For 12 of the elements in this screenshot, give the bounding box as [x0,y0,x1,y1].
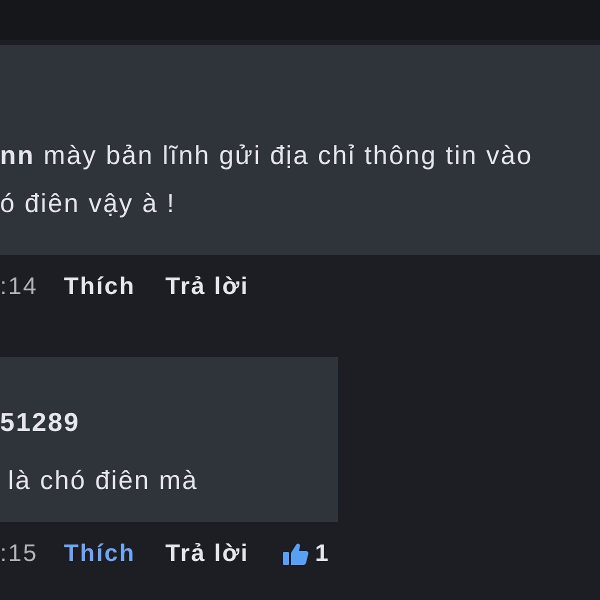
like-link[interactable]: Thích [64,273,136,301]
timestamp[interactable]: :15 [0,540,38,568]
thumbs-up-icon [282,542,309,566]
author-name[interactable]: 51289 [0,393,338,451]
comment-text: là chó điên mà [7,464,200,497]
timestamp[interactable]: :14 [0,273,38,301]
like-link[interactable]: Thích [64,540,136,568]
reply-link[interactable]: Trả lời [165,273,249,301]
reaction-count: 1 [314,540,330,568]
reply-link[interactable]: Trả lời [165,540,249,568]
comment-text: nn mày bản lĩnh gửi địa chỉ thông tin vào [0,139,534,172]
comment-text: ó điên vậy à ! [0,187,177,220]
